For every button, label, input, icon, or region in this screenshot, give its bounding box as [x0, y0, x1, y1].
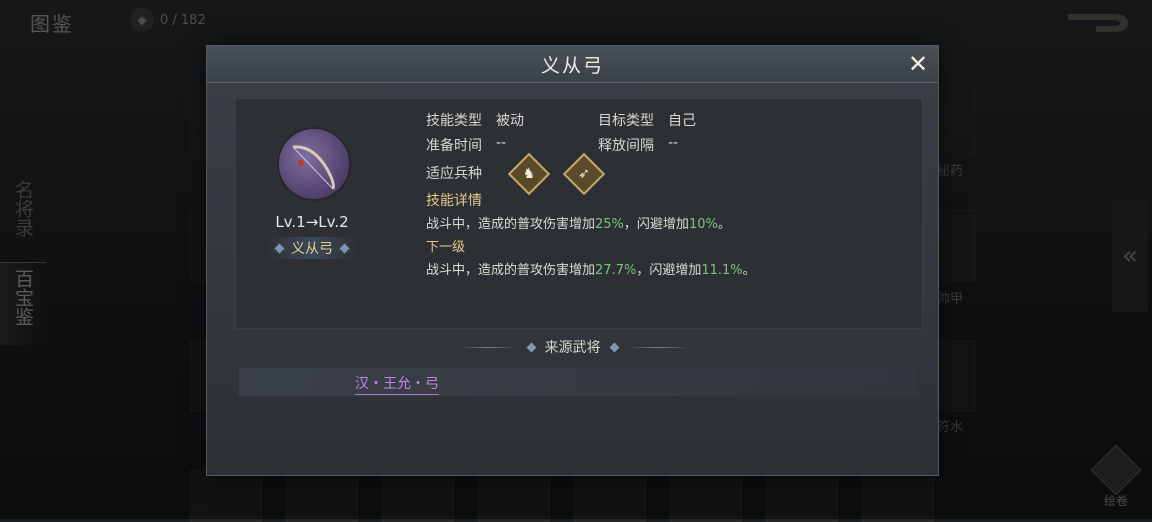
desc-text: 战斗中，造成的普攻伤害增加 — [426, 217, 596, 232]
skill-name: 义从弓 — [291, 241, 333, 257]
cavalry-icon: ♞ — [507, 152, 551, 196]
desc-text: ，闪避增加 — [623, 217, 689, 232]
archer-icon: ➶ — [562, 152, 606, 196]
skill-type-label: 技能类型 — [426, 113, 482, 129]
skill-details-label: 技能详情 — [426, 193, 482, 209]
desc-text: 。 — [717, 217, 731, 232]
prep-time-row: 准备时间 -- — [426, 135, 506, 155]
skill-type-row: 技能类型 被动 — [426, 110, 524, 130]
close-icon: ✕ — [907, 50, 929, 78]
desc-value: 11.1% — [701, 263, 743, 278]
skill-name-tag: 义从弓 — [266, 237, 358, 259]
target-type-value: 自己 — [668, 113, 696, 129]
target-type-label: 目标类型 — [598, 113, 654, 129]
cast-interval-row: 释放间隔 -- — [598, 135, 678, 155]
divider — [627, 346, 688, 348]
desc-value: 27.7% — [595, 263, 637, 278]
desc-value: 10% — [688, 217, 718, 232]
desc-text: 战斗中，造成的普攻伤害增加 — [426, 263, 596, 278]
prep-time-value: -- — [496, 135, 507, 151]
source-section-title: 来源武将 — [207, 337, 938, 357]
next-level-label: 下一级 — [426, 240, 466, 255]
prep-time-label: 准备时间 — [426, 138, 482, 154]
skill-type-value: 被动 — [496, 113, 524, 129]
skill-detail-modal: 义从弓 ✕ Lv.1→Lv.2 义从弓 技能类型 被动 目标类型 自己 准备时间 — [206, 45, 939, 476]
source-general-link[interactable]: 汉・王允・弓 — [355, 373, 439, 395]
target-type-row: 目标类型 自己 — [598, 110, 696, 130]
close-button[interactable]: ✕ — [906, 52, 930, 76]
modal-header: 义从弓 — [207, 46, 938, 83]
divider — [457, 346, 518, 348]
next-level-description: 战斗中，造成的普攻伤害增加27.7%，闪避增加11.1%。 — [426, 259, 756, 278]
unit-type-label: 适应兵种 — [426, 166, 482, 182]
skill-info-panel: Lv.1→Lv.2 义从弓 技能类型 被动 目标类型 自己 准备时间 -- 释放… — [235, 98, 923, 329]
cast-interval-label: 释放间隔 — [598, 138, 654, 154]
diamond-icon — [526, 342, 536, 352]
cast-interval-value: -- — [668, 135, 679, 151]
skill-level: Lv.1→Lv.2 — [275, 213, 349, 231]
skill-description: 战斗中，造成的普攻伤害增加25%，闪避增加10%。 — [426, 213, 731, 232]
diamond-icon — [609, 342, 619, 352]
desc-value: 25% — [595, 217, 624, 232]
source-row — [239, 368, 917, 396]
diamond-icon — [339, 243, 350, 253]
diamond-icon — [274, 243, 285, 253]
unit-type-row: 适应兵种 — [426, 163, 482, 183]
desc-text: 。 — [742, 263, 756, 278]
bow-skill-icon — [277, 127, 351, 201]
source-title-text: 来源武将 — [544, 340, 601, 356]
desc-text: ，闪避增加 — [636, 263, 702, 278]
modal-title: 义从弓 — [540, 54, 604, 77]
